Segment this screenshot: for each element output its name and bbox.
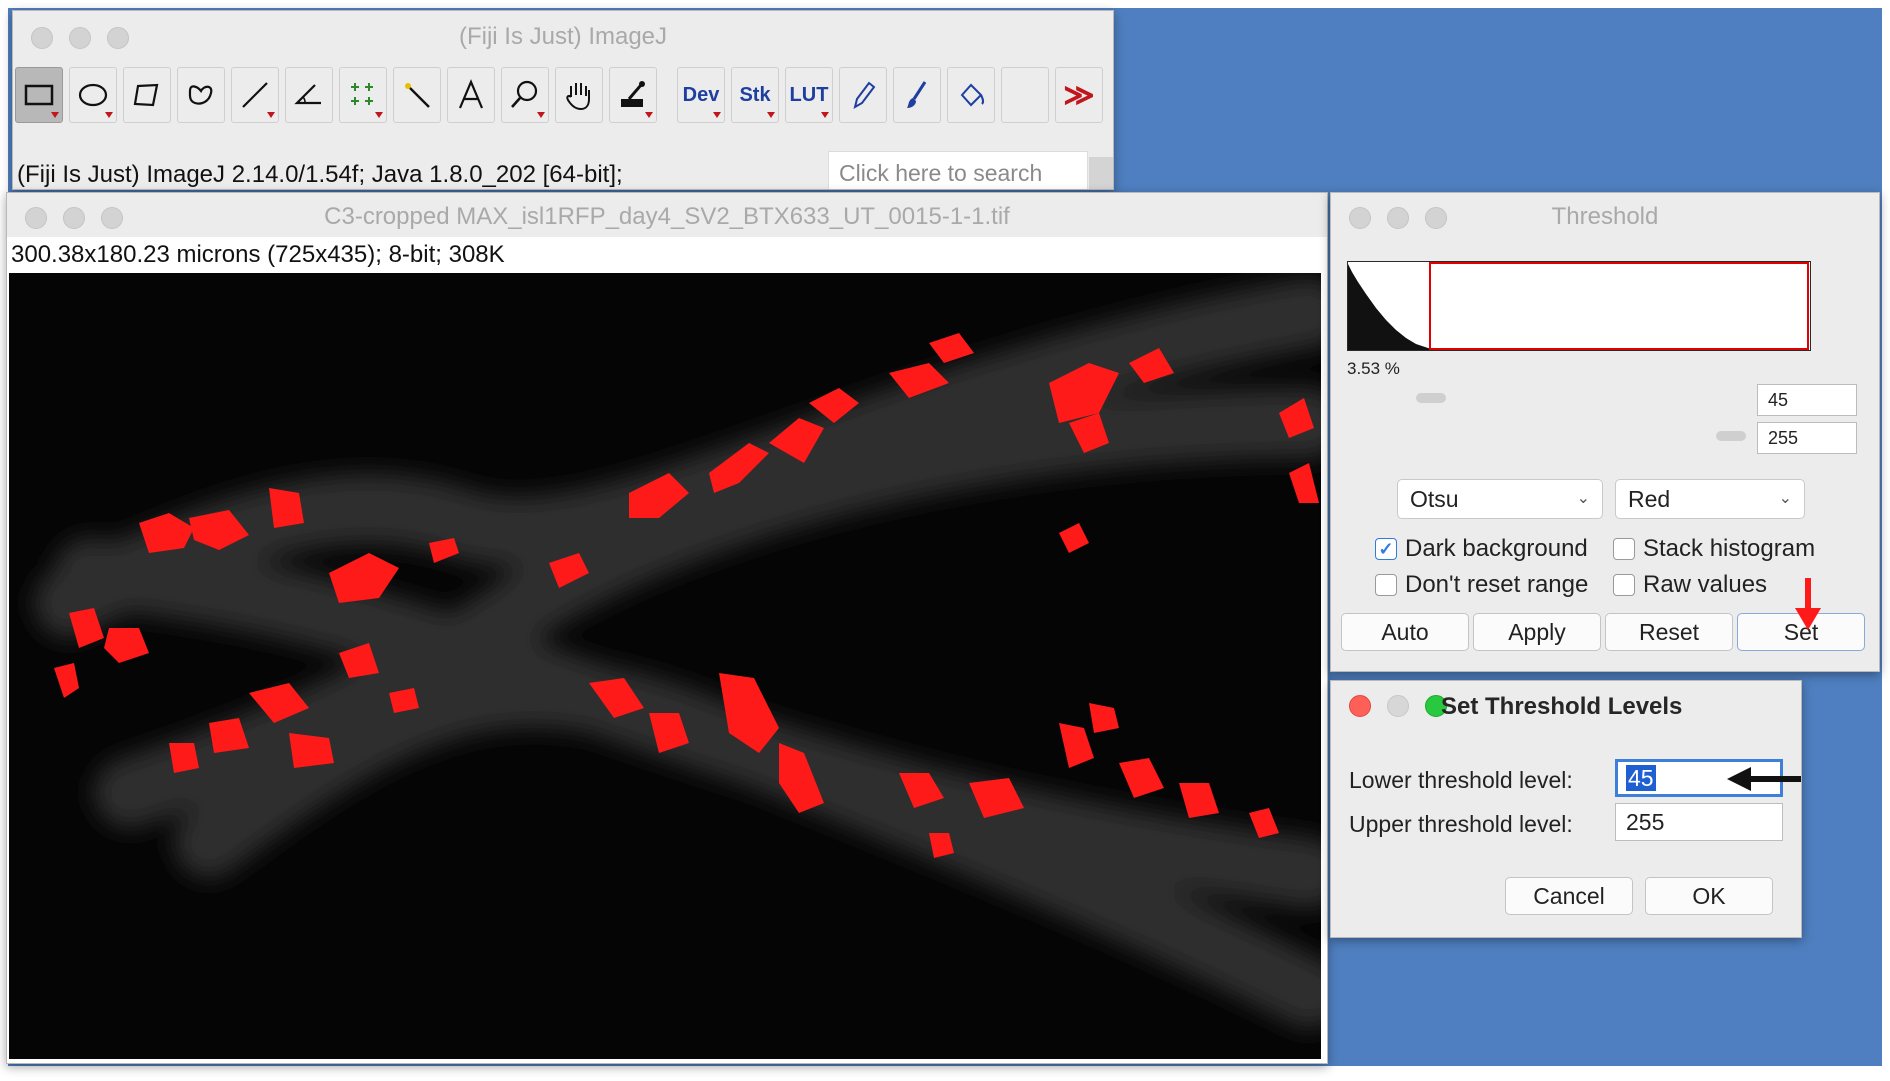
checkbox-box bbox=[1613, 574, 1635, 596]
flood-fill-icon bbox=[960, 83, 985, 107]
threshold-window: Threshold 3.53 % 45 255 Otsu ⌄ Red ⌄ ✓ Da… bbox=[1330, 192, 1880, 672]
stack-histogram-checkbox[interactable]: Stack histogram bbox=[1613, 535, 1815, 563]
main-titlebar: (Fiji Is Just) ImageJ bbox=[13, 11, 1113, 59]
chevron-down-icon: ⌄ bbox=[1576, 490, 1590, 507]
cancel-button[interactable]: Cancel bbox=[1505, 877, 1633, 915]
angle-tool[interactable] bbox=[285, 67, 333, 123]
set-threshold-dialog: Set Threshold Levels Lower threshold lev… bbox=[1330, 680, 1802, 938]
hand-tool[interactable] bbox=[555, 67, 603, 123]
lower-threshold-value: 45 bbox=[1626, 765, 1656, 791]
flood-fill-tool[interactable] bbox=[947, 67, 995, 123]
raw-values-checkbox[interactable]: Raw values bbox=[1613, 571, 1767, 599]
close-button[interactable] bbox=[1349, 695, 1371, 717]
brush-tool[interactable] bbox=[893, 67, 941, 123]
text-icon bbox=[458, 79, 484, 109]
display-value: Red bbox=[1628, 486, 1671, 512]
more-tools-icon: ≫ bbox=[1063, 78, 1095, 112]
reset-button[interactable]: Reset bbox=[1605, 613, 1733, 651]
image-window-title: C3-cropped MAX_isl1RFP_day4_SV2_BTX633_U… bbox=[324, 203, 1010, 230]
brush-icon bbox=[907, 81, 927, 108]
oval-tool[interactable] bbox=[69, 67, 117, 123]
empty-tool-slot bbox=[1001, 67, 1049, 123]
stk-menu[interactable]: Stk bbox=[731, 67, 779, 123]
image-titlebar: C3-cropped MAX_isl1RFP_day4_SV2_BTX633_U… bbox=[7, 193, 1327, 237]
max-slider[interactable] bbox=[1716, 431, 1746, 441]
line-tool[interactable] bbox=[231, 67, 279, 123]
checkbox-box bbox=[1613, 538, 1635, 560]
auto-button[interactable]: Auto bbox=[1341, 613, 1469, 651]
image-info: 300.38x180.23 microns (725x435); 8-bit; … bbox=[11, 241, 505, 268]
search-button[interactable] bbox=[1089, 157, 1113, 189]
dialog-title: Set Threshold Levels bbox=[1441, 693, 1683, 720]
hand-icon bbox=[566, 83, 590, 111]
dark-background-checkbox[interactable]: ✓ Dark background bbox=[1375, 535, 1588, 563]
lut-menu[interactable]: LUT bbox=[785, 67, 833, 123]
wand-tool[interactable] bbox=[393, 67, 441, 123]
checkmark-icon: ✓ bbox=[1375, 538, 1397, 560]
polygon-tool[interactable] bbox=[123, 67, 171, 123]
magnifier-icon bbox=[511, 80, 538, 108]
upper-threshold-input[interactable]: 255 bbox=[1615, 803, 1783, 841]
max-value-field[interactable]: 255 bbox=[1757, 422, 1857, 454]
threshold-titlebar: Threshold bbox=[1331, 193, 1879, 237]
checkbox-box bbox=[1375, 574, 1397, 596]
angle-icon bbox=[294, 84, 321, 105]
threshold-window-title: Threshold bbox=[1551, 203, 1659, 230]
method-select[interactable]: Otsu ⌄ bbox=[1397, 479, 1603, 519]
rectangle-icon bbox=[24, 84, 54, 106]
ok-button[interactable]: OK bbox=[1645, 877, 1773, 915]
color-picker-icon bbox=[621, 81, 645, 107]
rectangle-tool[interactable] bbox=[15, 67, 63, 123]
freehand-tool[interactable] bbox=[177, 67, 225, 123]
pencil-tool[interactable] bbox=[839, 67, 887, 123]
thresholded-image bbox=[34, 278, 1327, 1028]
multipoint-tool[interactable] bbox=[339, 67, 387, 123]
lut-menu-label: LUT bbox=[789, 83, 829, 106]
search-input[interactable]: Click here to search bbox=[828, 151, 1088, 189]
raw-values-label: Raw values bbox=[1643, 571, 1768, 598]
stack-histogram-label: Stack histogram bbox=[1643, 535, 1816, 562]
line-icon bbox=[242, 82, 268, 108]
polygon-icon bbox=[133, 83, 159, 107]
status-bar: (Fiji Is Just) ImageJ 2.14.0/1.54f; Java… bbox=[17, 161, 623, 188]
more-tools-button[interactable]: ≫ bbox=[1055, 67, 1103, 123]
main-window-title: (Fiji Is Just) ImageJ bbox=[458, 23, 668, 50]
imagej-main-window: (Fiji Is Just) ImageJ Dev Stk LUT ≫ (Fij… bbox=[12, 10, 1114, 190]
multipoint-icon bbox=[351, 83, 373, 105]
display-select[interactable]: Red ⌄ bbox=[1615, 479, 1805, 519]
min-value-field[interactable]: 45 bbox=[1757, 384, 1857, 416]
pencil-icon bbox=[853, 81, 876, 110]
dont-reset-range-label: Don't reset range bbox=[1405, 571, 1589, 598]
red-arrow-annotation bbox=[1795, 578, 1821, 630]
text-tool[interactable] bbox=[447, 67, 495, 123]
threshold-percent: 3.53 % bbox=[1347, 359, 1400, 378]
magnifier-tool[interactable] bbox=[501, 67, 549, 123]
method-value: Otsu bbox=[1410, 486, 1459, 512]
chevron-down-icon: ⌄ bbox=[1778, 490, 1792, 507]
dark-background-label: Dark background bbox=[1405, 535, 1588, 562]
dev-menu-label: Dev bbox=[682, 83, 720, 106]
lower-threshold-label: Lower threshold level: bbox=[1349, 767, 1573, 793]
dialog-titlebar: Set Threshold Levels bbox=[1331, 681, 1801, 727]
apply-button[interactable]: Apply bbox=[1473, 613, 1601, 651]
image-canvas[interactable] bbox=[9, 273, 1327, 1059]
image-window: C3-cropped MAX_isl1RFP_day4_SV2_BTX633_U… bbox=[6, 192, 1328, 1064]
oval-icon bbox=[78, 83, 108, 107]
upper-threshold-label: Upper threshold level: bbox=[1349, 811, 1573, 837]
stk-menu-label: Stk bbox=[739, 83, 771, 106]
histogram bbox=[1347, 261, 1811, 351]
black-arrow-annotation bbox=[1727, 767, 1801, 791]
color-picker-tool[interactable] bbox=[609, 67, 657, 123]
histogram-plot bbox=[1348, 262, 1809, 350]
wand-icon bbox=[405, 83, 430, 108]
min-slider[interactable] bbox=[1416, 393, 1446, 403]
minimize-button[interactable] bbox=[1387, 695, 1409, 717]
dont-reset-range-checkbox[interactable]: Don't reset range bbox=[1375, 571, 1588, 599]
freehand-icon bbox=[188, 85, 213, 105]
dev-menu[interactable]: Dev bbox=[677, 67, 725, 123]
